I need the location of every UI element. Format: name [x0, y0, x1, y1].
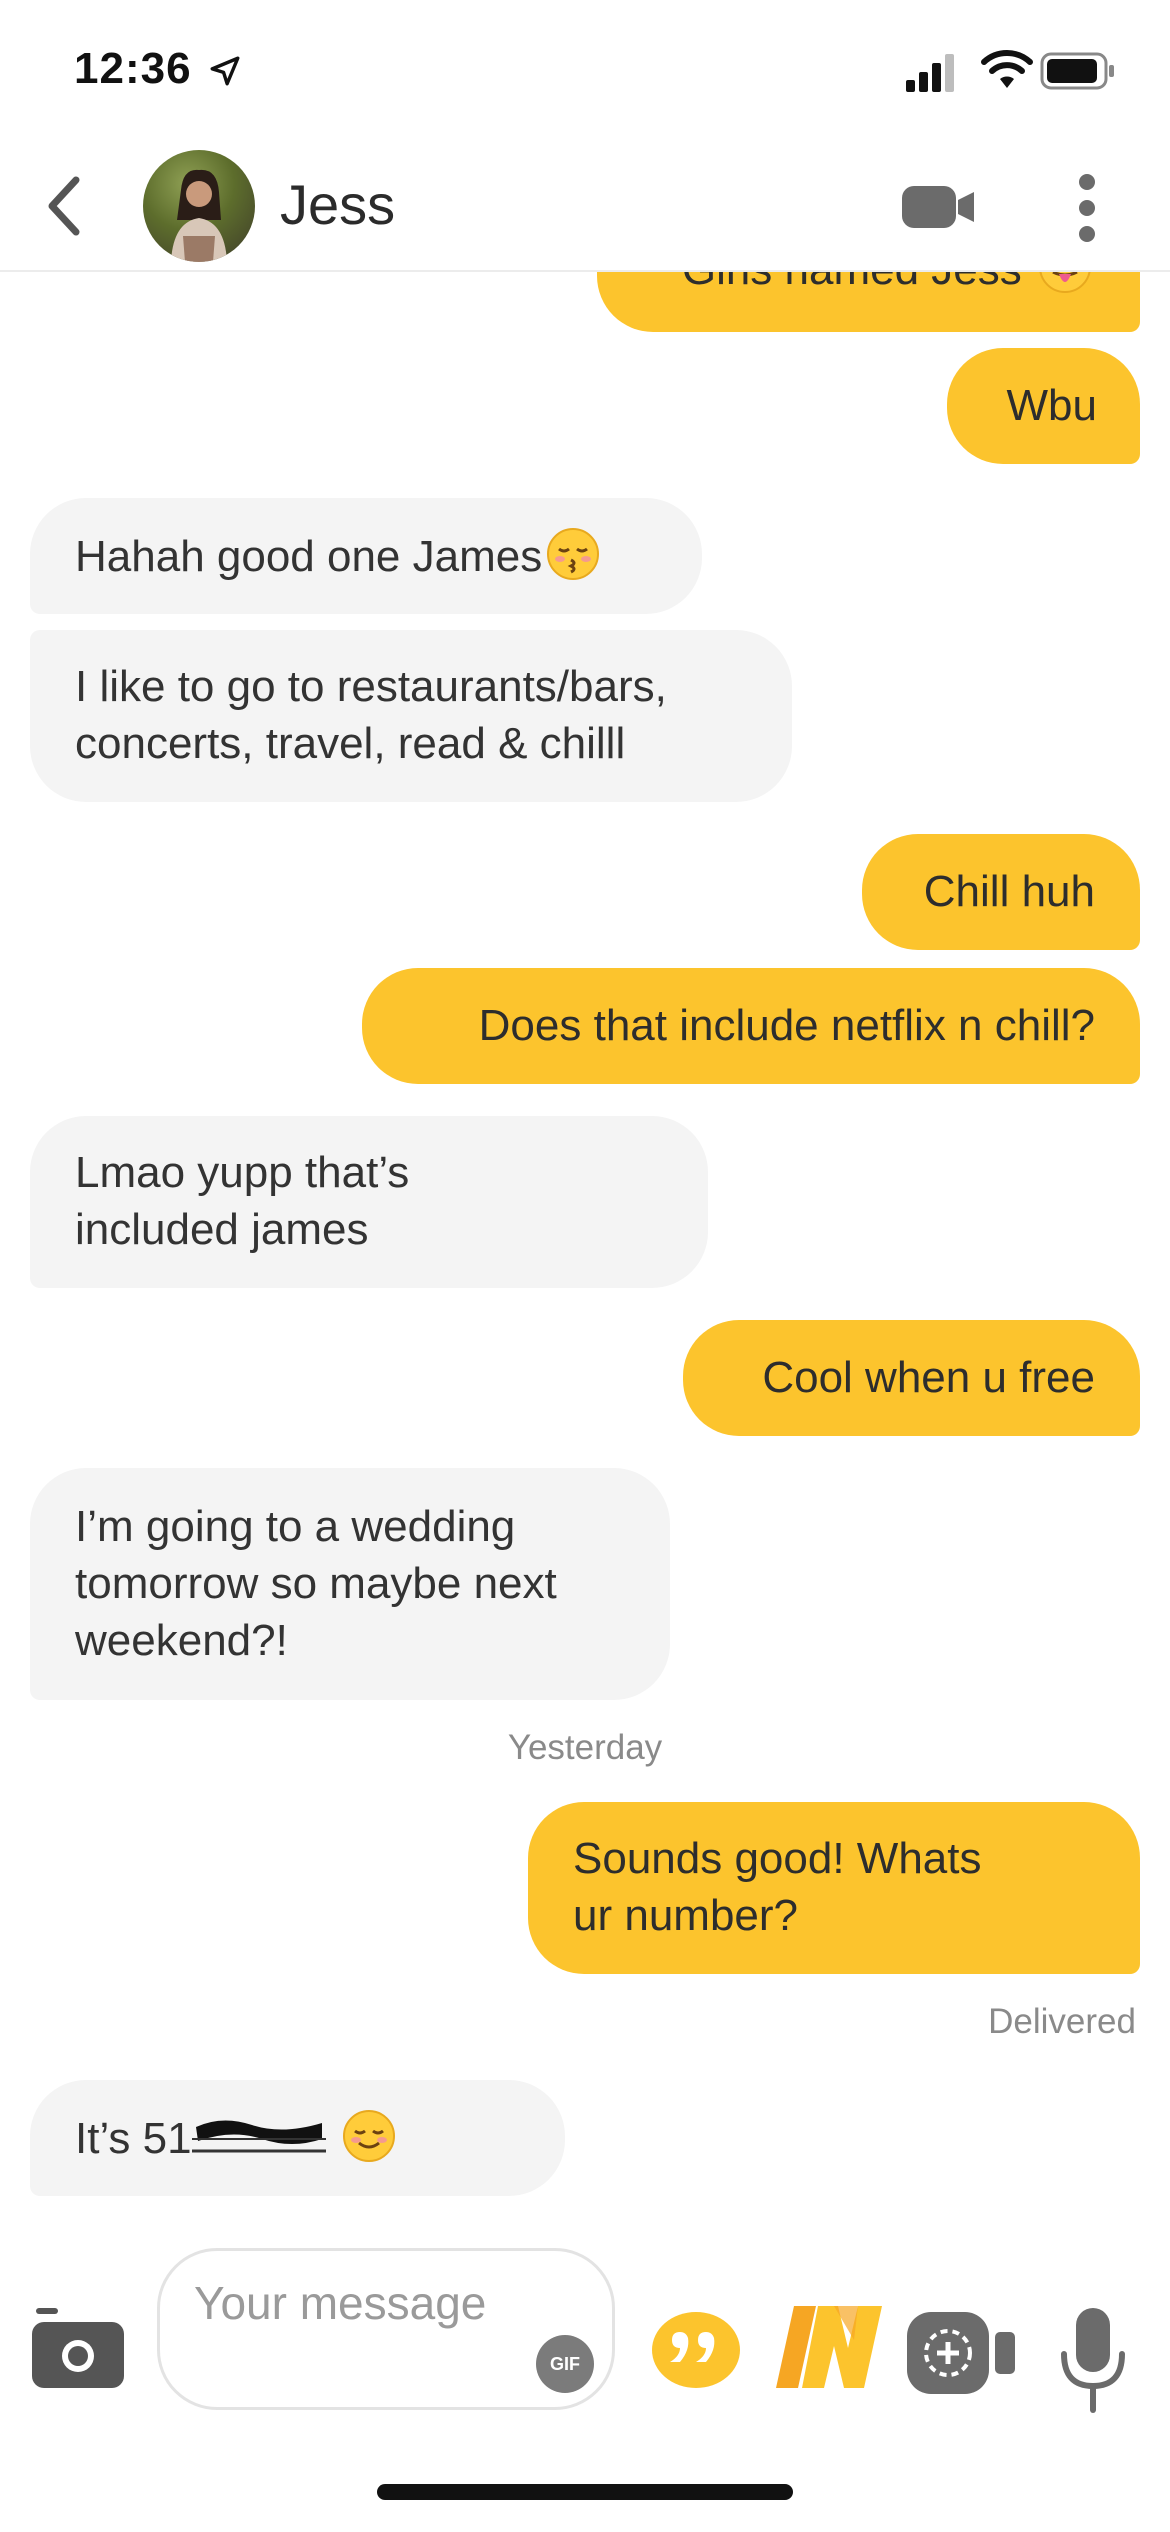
quote-icon[interactable] — [650, 2310, 742, 2392]
tongue-wink-emoji — [1039, 272, 1091, 293]
message-text: Hahah good one James — [75, 532, 543, 581]
wifi-icon — [981, 50, 1033, 88]
badge-in-icon[interactable] — [774, 2300, 884, 2394]
gif-button[interactable]: GIF — [536, 2335, 594, 2393]
message-line: I’m going to a wedding — [75, 1502, 516, 1551]
home-indicator[interactable] — [377, 2484, 793, 2500]
outgoing-message[interactable]: Girls named Jess — [597, 272, 1140, 332]
smiling-emoji — [342, 2110, 395, 2162]
video-call-icon[interactable] — [900, 180, 978, 234]
message-line: ur number? — [573, 1891, 799, 1940]
microphone-icon[interactable] — [1058, 2306, 1128, 2414]
outgoing-message[interactable]: Cool when u free — [683, 1320, 1140, 1436]
kissing-emoji — [547, 528, 600, 580]
message-line: tomorrow so maybe next — [75, 1559, 557, 1608]
delivery-status: Delivered — [988, 2002, 1136, 2041]
outgoing-message[interactable]: Sounds good! Whats ur number? — [528, 1802, 1140, 1974]
message-text: Chill huh — [923, 867, 1095, 916]
cellular-signal-icon — [906, 54, 954, 92]
incoming-message[interactable]: I’m going to a wedding tomorrow so maybe… — [30, 1468, 670, 1700]
incoming-message[interactable]: I like to go to restaurants/bars, concer… — [30, 630, 792, 802]
message-text: Cool when u free — [762, 1353, 1095, 1402]
incoming-message[interactable]: Hahah good one James — [30, 498, 702, 614]
battery-icon — [1040, 52, 1114, 90]
message-line: weekend?! — [75, 1616, 288, 1665]
outgoing-message[interactable]: Chill huh — [862, 834, 1140, 950]
message-text: It’s 51 — [75, 2114, 192, 2163]
outgoing-message[interactable]: Does that include netflix n chill? — [362, 968, 1140, 1084]
incoming-message[interactable]: It’s 51 — [30, 2080, 565, 2196]
more-options-icon[interactable] — [1070, 172, 1104, 244]
message-line: concerts, travel, read & chilll — [75, 719, 626, 768]
outgoing-message[interactable]: Wbu — [947, 348, 1140, 464]
redaction-scribble — [191, 2120, 326, 2153]
message-line: Lmao yupp that’s — [75, 1148, 410, 1197]
message-text: Girls named Jess — [682, 272, 1022, 294]
message-line: included james — [75, 1205, 369, 1254]
location-arrow-icon — [210, 56, 240, 86]
message-input-box[interactable]: GIF — [157, 2248, 615, 2410]
message-text: Does that include netflix n chill? — [478, 1001, 1095, 1050]
message-input[interactable] — [192, 2273, 496, 2397]
add-media-frame-icon[interactable] — [905, 2310, 1017, 2396]
contact-avatar[interactable] — [143, 150, 255, 262]
incoming-message[interactable]: Lmao yupp that’s included james — [30, 1116, 708, 1288]
status-time: 12:36 — [74, 44, 192, 93]
contact-name[interactable]: Jess — [280, 172, 395, 237]
message-line: Sounds good! Whats — [573, 1834, 982, 1883]
message-list[interactable]: Girls named Jess Wbu Hahah good one Jame… — [0, 272, 1170, 2212]
camera-icon[interactable] — [30, 2300, 126, 2390]
date-separator: Yesterday — [507, 1728, 663, 1767]
back-chevron-icon[interactable] — [38, 170, 90, 242]
message-text: Wbu — [1006, 381, 1097, 430]
message-line: I like to go to restaurants/bars, — [75, 662, 667, 711]
